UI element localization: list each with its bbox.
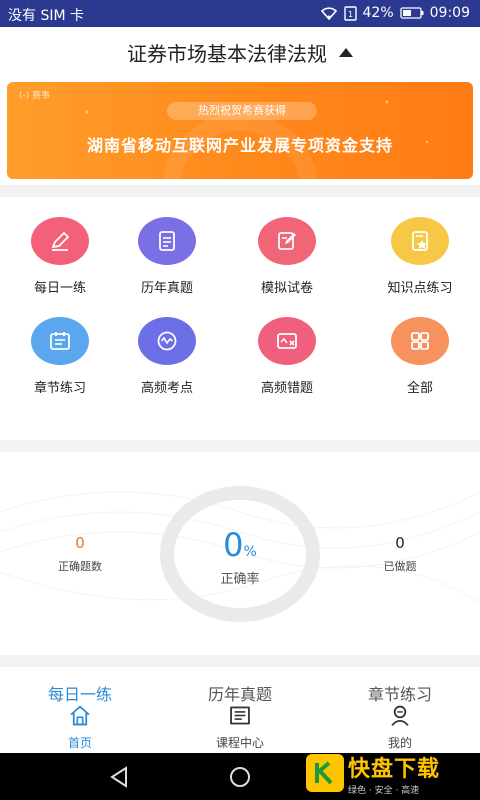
watermark: 快盘下载 绿色 · 安全 · 高速 [306, 748, 476, 798]
grid-item-frequent-topics[interactable]: 高频考点 [107, 297, 227, 397]
grid-item-label: 高频错题 [260, 381, 313, 396]
carrier-text: 没有 SIM 卡 [8, 8, 84, 24]
banner-tag: 热烈祝贺希赛获得 [167, 102, 317, 120]
grid-icon-bg [31, 317, 89, 365]
tab-home[interactable]: 首页 [0, 701, 160, 751]
accuracy-number: 0 [223, 526, 244, 564]
status-bar: 没有 SIM 卡 1 42% 09:09 [0, 0, 480, 27]
done-count-value: 0 [395, 534, 405, 552]
section-divider [0, 185, 480, 197]
tab-mine[interactable]: 我的 [320, 701, 480, 751]
grid-item-past-exams[interactable]: 历年真题 [107, 197, 227, 297]
grid-item-chapter-practice[interactable]: 章节练习 [0, 297, 120, 397]
status-right: 1 42% 09:09 [320, 5, 470, 21]
calendar-list-icon [50, 332, 70, 350]
edit-paper-icon [278, 232, 296, 250]
error-card-icon [277, 333, 297, 349]
stats-panel: 0% 正确率 0 正确题数 0 已做题 [0, 452, 480, 655]
grid-item-label: 章节练习 [33, 381, 86, 396]
correct-count-value: 0 [75, 534, 85, 552]
grid-icon-bg [391, 317, 449, 365]
grid-item-label: 历年真题 [140, 281, 193, 296]
grid-icon-bg [31, 217, 89, 265]
grid-item-label: 知识点练习 [387, 281, 453, 296]
sim-icon: 1 [343, 5, 357, 21]
page-title: 证券市场基本法律法规 [127, 41, 327, 66]
wifi-icon [320, 7, 337, 20]
grid-icon-bg [391, 217, 449, 265]
watermark-logo-icon [306, 754, 344, 792]
accuracy-unit: % [243, 544, 257, 560]
banner-headline: 湖南省移动互联网产业发展专项资金支持 [86, 136, 393, 155]
correct-count-label: 正确题数 [58, 560, 102, 573]
done-count-label: 已做题 [383, 560, 417, 573]
section-divider [0, 440, 480, 452]
grid-item-label: 模拟试卷 [260, 281, 313, 296]
correct-count-stat: 0 正确题数 [30, 534, 130, 574]
clock: 09:09 [429, 5, 470, 21]
grid-item-all[interactable]: 全部 [360, 297, 480, 397]
knowledge-icon [412, 231, 428, 251]
svg-text:1: 1 [347, 10, 352, 19]
battery-icon [399, 7, 424, 19]
tab-label: 首页 [67, 736, 92, 750]
caret-up-icon [339, 47, 353, 57]
grid-item-knowledge-practice[interactable]: 知识点练习 [360, 197, 480, 297]
banner-decoration [85, 100, 429, 179]
accuracy-label: 正确率 [220, 572, 260, 587]
wave-chat-icon [157, 331, 177, 351]
watermark-brand: 快盘下载 [348, 756, 441, 782]
grid-icon-bg [258, 317, 316, 365]
k-icon [315, 761, 333, 785]
grid-item-label: 全部 [406, 381, 433, 396]
subject-selector[interactable]: 证券市场基本法律法规 [0, 27, 480, 77]
watermark-text: 快盘下载 绿色 · 安全 · 高速 [348, 751, 440, 796]
tab-label: 课程中心 [215, 736, 264, 750]
home-button-icon[interactable] [228, 765, 252, 789]
home-icon [70, 705, 90, 726]
grid-item-label: 每日一练 [33, 281, 86, 296]
grid-item-mock-exam[interactable]: 模拟试卷 [227, 197, 347, 297]
tab-course-center[interactable]: 课程中心 [160, 701, 320, 751]
grid-item-daily-practice[interactable]: 每日一练 [0, 197, 120, 297]
banner-corner-text: (-) 赛事 [19, 91, 51, 101]
grid-icon [411, 332, 429, 350]
function-grid: 每日一练 历年真题 模拟试卷 知识点练习 章节练习 高频考点 高频错题 全部 [0, 197, 480, 440]
accuracy-value: 0% [160, 526, 320, 564]
back-icon[interactable] [108, 765, 132, 789]
grid-item-label: 高频考点 [140, 381, 193, 396]
bottom-tab-bar: 每日一练 历年真题 章节练习 首页 课程中心 我的 [0, 667, 480, 753]
book-icon [230, 706, 250, 725]
done-count-stat: 0 已做题 [350, 534, 450, 574]
grid-icon-bg [258, 217, 316, 265]
grid-item-frequent-mistakes[interactable]: 高频错题 [227, 297, 347, 397]
promo-banner[interactable]: (-) 赛事 热烈祝贺希赛获得 湖南省移动互联网产业发展专项资金支持 [7, 82, 473, 179]
pencil-icon [51, 231, 70, 251]
user-icon [391, 705, 409, 726]
watermark-slogan: 绿色 · 安全 · 高速 [348, 785, 420, 796]
document-icon [159, 231, 175, 251]
grid-icon-bg [138, 317, 196, 365]
section-divider [0, 655, 480, 667]
battery-percent: 42% [362, 5, 394, 21]
grid-icon-bg [138, 217, 196, 265]
